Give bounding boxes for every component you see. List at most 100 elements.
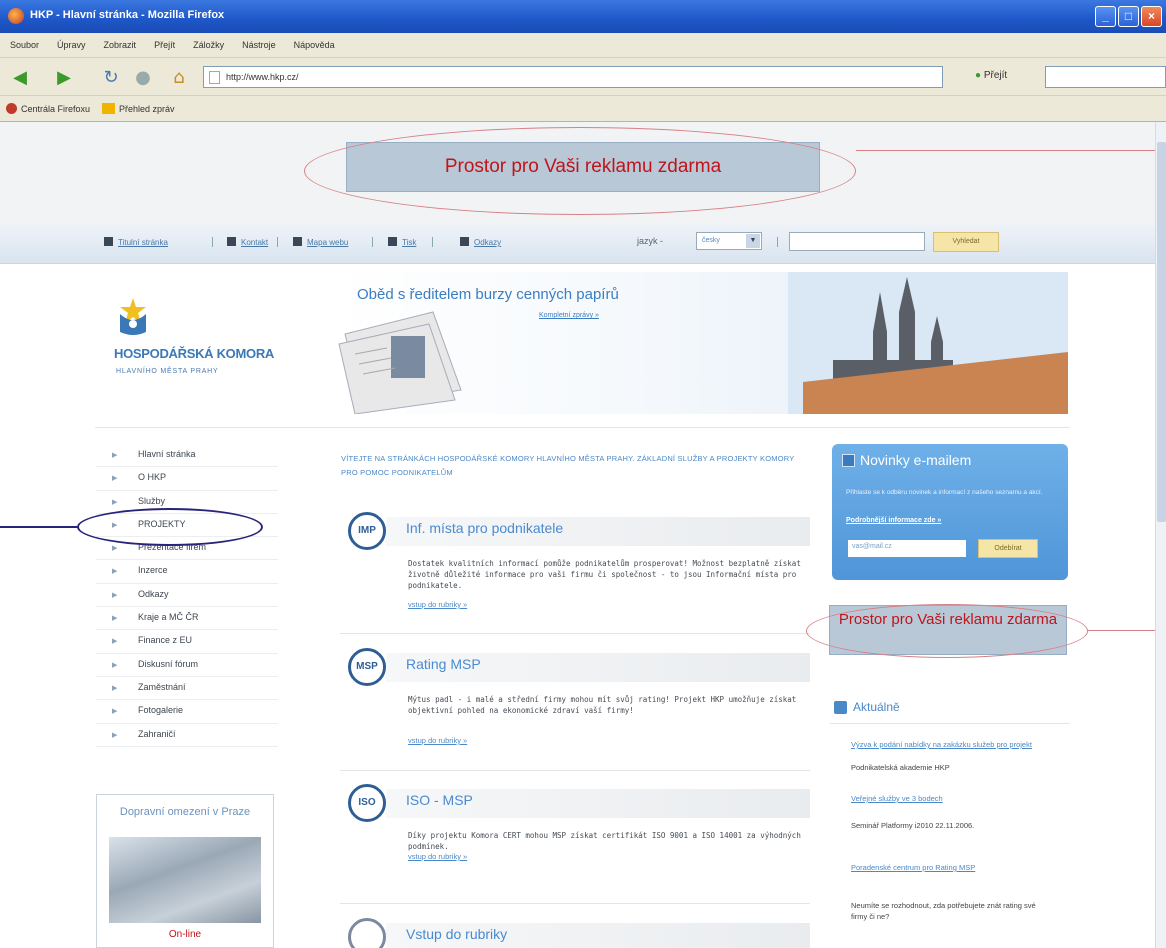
bullet-icon: ▶ — [112, 567, 118, 576]
sidebar-item-links[interactable]: ▶ Odkazy — [96, 584, 278, 608]
menu-tools[interactable]: Nástroje — [242, 40, 276, 50]
newsletter-link[interactable]: Podrobnější informace zde » — [846, 517, 941, 524]
bullet-icon: ▶ — [112, 544, 118, 553]
link-sitemap[interactable]: Mapa webu — [307, 238, 348, 247]
maximize-button[interactable]: □ — [1118, 6, 1139, 27]
section-more-link[interactable]: vstup do rubriky » — [408, 736, 467, 745]
sidebar-item-gallery[interactable]: ▶ Fotogalerie — [96, 700, 278, 724]
close-button[interactable]: × — [1141, 6, 1162, 27]
sidebar-item-ads[interactable]: ▶ Inzerce — [96, 560, 278, 584]
sidebar-item-about[interactable]: ▶ O HKP — [96, 467, 278, 491]
section-iso: ISO ISO - MSP Díky projektu Komora CERT … — [348, 784, 810, 884]
search-button[interactable]: Vyhledat — [933, 232, 999, 252]
back-icon[interactable]: ◀ — [6, 66, 34, 88]
sidebar-menu: ▶ Hlavní stránka ▶ O HKP ▶ Služby ▶ PROJEKTY… — [96, 444, 278, 747]
menu-bar: Soubor Úpravy Zobrazit Přejít Záložky Ná… — [0, 33, 1166, 58]
scrollbar-thumb[interactable] — [1157, 142, 1166, 522]
separator — [277, 237, 278, 247]
headline-banner: Oběd s ředitelem burzy cenných papírů Ko… — [333, 272, 1068, 414]
link-contact[interactable]: Kontakt — [241, 238, 268, 247]
sidebar-item-eu-finance[interactable]: ▶ Finance z EU — [96, 630, 278, 654]
url-field[interactable]: http://www.hkp.cz/ — [203, 66, 943, 88]
logo-emblem-icon — [120, 298, 146, 335]
vertical-scrollbar[interactable] — [1155, 122, 1166, 948]
bullet-icon: ▶ — [112, 614, 118, 623]
news-heading: Aktuálně — [853, 700, 900, 714]
sidebar-item-home[interactable]: ▶ Hlavní stránka — [96, 444, 278, 468]
newsletter-email-input[interactable]: vas@mail.cz — [848, 540, 966, 557]
menu-help[interactable]: Nápověda — [294, 40, 335, 50]
language-select[interactable]: česky ▼ — [696, 232, 762, 250]
reload-icon[interactable]: ↻ — [100, 66, 122, 88]
bookmark-news-label: Přehled zpráv — [119, 104, 175, 114]
section-title[interactable]: Rating MSP — [406, 656, 481, 672]
newsletter-subscribe-button[interactable]: Odebírat — [978, 539, 1038, 558]
link-print[interactable]: Tisk — [402, 238, 416, 247]
bookmarks-toolbar: Centrála Firefoxu Přehled zpráv — [0, 96, 1166, 122]
sidebar-item-label: Fotogalerie — [138, 705, 184, 716]
divider — [95, 427, 1070, 428]
bookmark-firefox[interactable]: Centrála Firefoxu — [6, 103, 90, 114]
bullet-icon: ▶ — [112, 451, 118, 459]
menu-bookmarks[interactable]: Záložky — [193, 40, 224, 50]
ad-callout-line — [856, 150, 1162, 151]
section-title[interactable]: Inf. místa pro podnikatele — [406, 520, 563, 536]
sidebar-item-forum[interactable]: ▶ Diskusní fórum — [96, 654, 278, 677]
navigation-toolbar: ◀ ▶ ↻ ● ⌂ http://www.hkp.cz/ ● Přejít — [0, 58, 1166, 96]
menu-go[interactable]: Přejít — [154, 40, 175, 50]
section-body: Mýtus padl - i malé a střední firmy moho… — [408, 695, 797, 715]
top-ad-strip: Prostor pro Vaši reklamu zdarma — [0, 122, 1162, 224]
news-item[interactable]: Výzva k podání nabídky na zakázku služeb… — [851, 740, 1051, 751]
logo[interactable]: HOSPODÁŘSKÁ KOMORA HLAVNÍHO MĚSTA PRAHY — [100, 274, 328, 414]
sidebar-item-jobs[interactable]: ▶ Zaměstnání — [96, 677, 278, 701]
bullet-icon: ▶ — [112, 660, 118, 669]
section-title[interactable]: Vstup do rubriky — [406, 926, 507, 942]
news-item: Neumíte se rozhodnout, zda potřebujete z… — [851, 901, 1036, 921]
separator — [372, 237, 373, 247]
traffic-widget[interactable]: Dopravní omezení v Praze On-line — [96, 794, 274, 948]
news-item[interactable]: Veřejné služby ve 3 bodech — [851, 794, 1051, 805]
language-value: česky — [702, 237, 720, 244]
news-item[interactable]: Poradenské centrum pro Rating MSP — [851, 863, 1051, 874]
bullet-icon: ▶ — [112, 637, 118, 646]
sidebar-item-abroad[interactable]: ▶ Zahraničí — [96, 724, 278, 747]
go-label: Přejít — [983, 70, 1008, 81]
forward-icon[interactable]: ▶ — [50, 66, 78, 88]
sidebar-item-label: O HKP — [138, 472, 167, 483]
section-title[interactable]: ISO - MSP — [406, 792, 473, 808]
section-more-link[interactable]: vstup do rubriky » — [408, 852, 467, 861]
firefox-icon — [8, 8, 24, 24]
bookmark-news[interactable]: Přehled zpráv — [102, 103, 175, 114]
bullet-icon: ▶ — [112, 707, 118, 716]
sidebar-item-label: Služby — [138, 495, 166, 506]
section-more-link[interactable]: vstup do rubriky » — [408, 600, 467, 609]
site-search-input[interactable] — [789, 232, 925, 251]
bullet-icon: ▶ — [112, 474, 118, 483]
menu-view[interactable]: Zobrazit — [104, 40, 137, 50]
home-icon[interactable]: ⌂ — [168, 66, 190, 88]
minimize-button[interactable]: _ — [1095, 6, 1116, 27]
newsletter-box: Novinky e-mailem Přihlaste se k odběru n… — [832, 444, 1068, 580]
menu-file[interactable]: Soubor — [10, 40, 39, 50]
sidebar-item-regions[interactable]: ▶ Kraje a MČ ČR — [96, 607, 278, 631]
banner-headline[interactable]: Oběd s ředitelem burzy cenných papírů — [357, 286, 619, 303]
ad-highlight-ellipse — [304, 127, 856, 215]
sidebar-item-label: Kraje a MČ ČR — [138, 612, 199, 623]
banner-link[interactable]: Kompletní zprávy » — [539, 312, 599, 319]
go-button[interactable]: ● Přejít — [975, 70, 1007, 81]
bullet-icon: ▶ — [112, 497, 118, 506]
link-home[interactable]: Titulní stránka — [118, 238, 168, 247]
link-links[interactable]: Odkazy — [474, 238, 501, 247]
ad-highlight-ellipse — [806, 604, 1088, 658]
welcome-text: VÍTEJTE NA STRÁNKÁCH HOSPODÁŘSKÉ KOMORY … — [341, 454, 795, 477]
sidebar-item-label: Zahraničí — [138, 728, 176, 739]
search-field[interactable] — [1045, 66, 1166, 88]
iso-icon: ISO — [348, 784, 386, 822]
bookmark-firefox-label: Centrála Firefoxu — [21, 104, 91, 114]
title-bar: HKP - Hlavní stránka - Mozilla Firefox _… — [0, 0, 1166, 33]
news-item: Podnikatelská akademie HKP — [851, 763, 950, 772]
menu-edit[interactable]: Úpravy — [57, 40, 86, 50]
newsletter-icon — [842, 454, 855, 467]
stop-icon[interactable]: ● — [132, 66, 154, 88]
divider — [340, 903, 810, 904]
